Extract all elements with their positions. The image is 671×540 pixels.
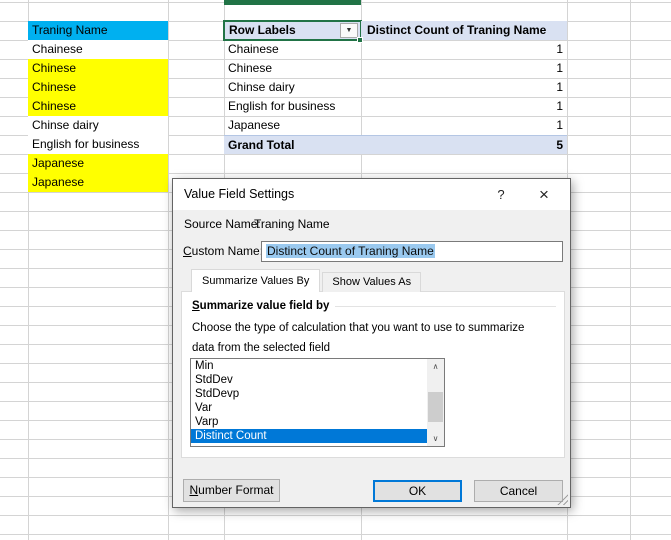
pivot-row-label[interactable]: Chinse dairy — [224, 78, 361, 97]
row-labels-text: Row Labels — [229, 23, 296, 37]
pivot-value-header[interactable]: Distinct Count of Traning Name — [361, 21, 567, 40]
cancel-button[interactable]: Cancel — [474, 480, 563, 502]
source-cell[interactable]: Chinse dairy — [28, 116, 168, 135]
pivot-row-label[interactable]: English for business — [224, 97, 361, 116]
pivot-row-value[interactable]: 1 — [361, 116, 567, 135]
pivot-row-label[interactable]: Japanese — [224, 116, 361, 135]
pivot-row-value[interactable]: 1 — [361, 78, 567, 97]
scroll-down-icon[interactable]: ∨ — [427, 431, 444, 446]
source-name-label: Source Name: — [184, 217, 261, 231]
scrollbar[interactable]: ∧ ∨ — [427, 359, 444, 446]
number-format-button[interactable]: Number Format — [183, 479, 280, 502]
dialog-titlebar[interactable]: Value Field Settings ? × — [173, 179, 570, 210]
source-cell[interactable]: Chainese — [28, 40, 168, 59]
list-item-var[interactable]: Var — [191, 401, 427, 415]
pivot-row-value[interactable]: 1 — [361, 40, 567, 59]
gridline — [168, 0, 169, 540]
source-cell[interactable]: Chinese — [28, 78, 168, 97]
pivot-row-value[interactable]: 1 — [361, 59, 567, 78]
tab-show-values-as[interactable]: Show Values As — [322, 272, 421, 292]
pivot-row-label[interactable]: Chainese — [224, 40, 361, 59]
custom-name-label: Custom Name: — [183, 244, 263, 258]
selected-column-header-bar — [224, 0, 361, 5]
summarize-tab-panel: Summarize value field by Choose the type… — [181, 291, 565, 458]
source-cell[interactable]: Japanese — [28, 173, 168, 192]
tab-label: Summarize Values By — [202, 275, 309, 287]
heading-rule — [335, 306, 556, 307]
grand-total-label-cell[interactable]: Grand Total — [224, 135, 361, 154]
calculation-listbox: MinStdDevStdDevpVarVarpDistinct Count ∧ … — [190, 358, 445, 447]
grand-total-value-cell[interactable]: 5 — [361, 135, 567, 154]
source-header-cell[interactable]: Traning Name — [28, 21, 168, 40]
list-item-stddev[interactable]: StdDev — [191, 373, 427, 387]
cell-fill-handle[interactable] — [357, 37, 363, 43]
pivot-row-label[interactable]: Chinese — [224, 59, 361, 78]
custom-name-input[interactable]: Distinct Count of Traning Name — [261, 241, 563, 262]
filter-dropdown-button[interactable]: ▼ — [340, 23, 358, 38]
tab-summarize-values-by[interactable]: Summarize Values By — [191, 269, 320, 292]
description-line-1: Choose the type of calculation that you … — [192, 322, 524, 334]
source-cell[interactable]: Chinese — [28, 97, 168, 116]
value-field-settings-dialog: Value Field Settings ? × Source Name: Tr… — [172, 178, 571, 508]
scroll-up-icon[interactable]: ∧ — [427, 359, 444, 374]
tabstrip: Summarize Values By Show Values As — [191, 269, 421, 292]
list-item-distinct-count[interactable]: Distinct Count — [191, 429, 427, 443]
pivot-row-value[interactable]: 1 — [361, 97, 567, 116]
source-name-value: Traning Name — [254, 217, 330, 231]
help-icon[interactable]: ? — [487, 179, 515, 210]
scrollbar-thumb[interactable] — [428, 392, 443, 422]
ok-button[interactable]: OK — [373, 480, 462, 502]
tab-label: Show Values As — [332, 276, 411, 288]
list-item-stddevp[interactable]: StdDevp — [191, 387, 427, 401]
description-line-2: data from the selected field — [192, 342, 330, 354]
custom-name-selected-text: Distinct Count of Traning Name — [266, 244, 435, 258]
group-heading: Summarize value field by — [192, 300, 556, 312]
excel-window: Traning Name ChaineseChineseChineseChine… — [0, 0, 671, 540]
dropdown-arrow-icon: ▼ — [346, 27, 353, 34]
list-items: MinStdDevStdDevpVarVarpDistinct Count — [191, 359, 444, 443]
gridline — [630, 0, 631, 540]
list-item-varp[interactable]: Varp — [191, 415, 427, 429]
source-cell[interactable]: English for business — [28, 135, 168, 154]
source-cell[interactable]: Chinese — [28, 59, 168, 78]
source-cell[interactable]: Japanese — [28, 154, 168, 173]
close-icon[interactable]: × — [530, 179, 558, 210]
group-heading-text: Summarize value field by — [192, 300, 329, 312]
list-item-min[interactable]: Min — [191, 359, 427, 373]
dialog-title: Value Field Settings — [184, 179, 294, 210]
